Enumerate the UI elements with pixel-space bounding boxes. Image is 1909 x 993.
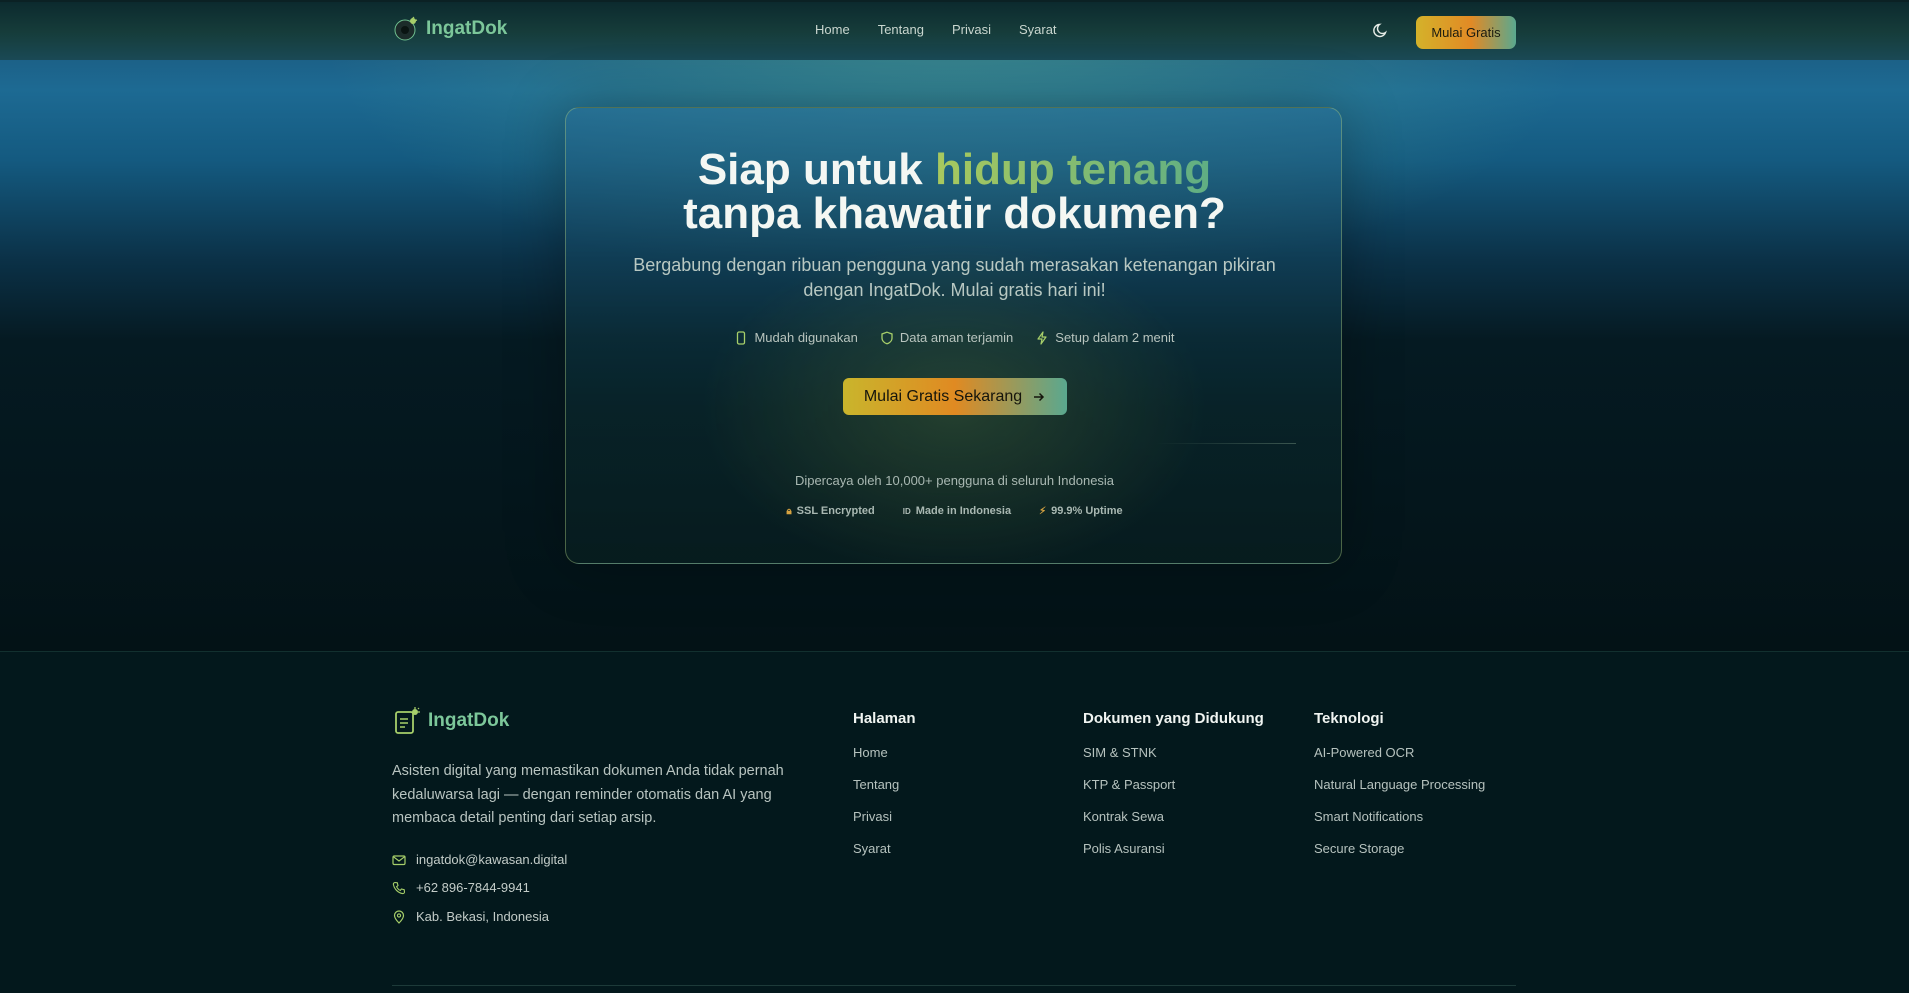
hero-subtitle: Bergabung dengan ribuan pengguna yang su… [633,255,1276,300]
divider [1156,443,1296,444]
footer: IngatDok Asisten digital yang memastikan… [0,651,1909,993]
zap-icon [1037,330,1047,345]
footer-description: Asisten digital yang memastikan dokumen … [392,763,784,826]
smartphone-icon [737,330,746,345]
footer-link-privasi[interactable]: Privasi [853,809,916,841]
brand-name: IngatDok [426,18,508,39]
navbar-inner: IngatDok Home Tentang Privasi Syarat Mul… [392,2,1516,62]
footer-divider [392,985,1516,986]
hero-title-part1: Siap untuk [697,145,923,194]
footer-link-notifications[interactable]: Smart Notifications [1314,809,1485,841]
feature-label: Setup dalam 2 menit [1055,330,1175,345]
hero-title-part2: tanpa khawatir dokumen? [683,189,1226,238]
navbar: IngatDok Home Tentang Privasi Syarat Mul… [0,0,1909,60]
feature-label: Data aman terjamin [899,330,1014,345]
footer-col-halaman: Halaman Home Tentang Privasi Syarat [853,710,916,873]
contact-location-text: Kab. Bekasi, Indonesia [416,909,549,924]
footer-link-kontrak-sewa[interactable]: Kontrak Sewa [1083,809,1264,841]
bolt-icon: ⚡︎ [1039,505,1047,517]
contact-phone-text: +62 896-7844-9941 [416,880,530,895]
feature-item: Mudah digunakan [734,330,858,345]
hero-title: Siap untuk hidup tenang tanpa khawatir d… [566,148,1343,236]
nav-links: Home Tentang Privasi Syarat [815,22,1085,37]
logo-mark-icon [394,16,418,41]
trust-badges: 🔒︎ SSL Encrypted ID Made in Indonesia ⚡︎… [566,505,1343,517]
feature-item: Data aman terjamin [880,330,1013,345]
footer-col-dokumen: Dokumen yang Didukung SIM & STNK KTP & P… [1083,710,1264,873]
footer-link-polis-asuransi[interactable]: Polis Asuransi [1083,841,1264,873]
shield-icon [881,331,893,344]
footer-col-title: Teknologi [1314,710,1384,727]
badge-item: 🔒︎ SSL Encrypted [786,505,874,517]
badge-label: SSL Encrypted [796,505,875,517]
footer-col-title: Dokumen yang Didukung [1083,710,1264,727]
badge-label: 99.9% Uptime [1051,505,1123,517]
badge-item: ID Made in Indonesia [903,505,1011,517]
footer-link-syarat[interactable]: Syarat [853,841,916,873]
footer-link-nlp[interactable]: Natural Language Processing [1314,777,1485,809]
footer-brand-name: IngatDok [428,710,510,731]
id-flag-icon: ID [902,506,911,516]
footer-link-home[interactable]: Home [853,745,916,777]
feature-item: Setup dalam 2 menit [1035,330,1175,345]
footer-logo[interactable]: IngatDok [392,706,509,736]
hero-card: Siap untuk hidup tenang tanpa khawatir d… [565,107,1342,564]
moon-icon[interactable] [1372,21,1390,39]
hero-cta-button[interactable]: Mulai Gratis Sekarang [843,378,1067,415]
footer-link-sim-stnk[interactable]: SIM & STNK [1083,745,1264,777]
badge-item: ⚡︎ 99.9% Uptime [1039,505,1123,517]
nav-link-home[interactable]: Home [815,22,850,37]
footer-col-teknologi: Teknologi AI-Powered OCR Natural Languag… [1314,710,1485,873]
trust-text: Dipercaya oleh 10,000+ pengguna di selur… [794,473,1115,488]
phone-icon [392,881,406,894]
feature-label: Mudah digunakan [754,330,858,345]
hero-cta-label: Mulai Gratis Sekarang [863,387,1023,405]
footer-link-ktp-passport[interactable]: KTP & Passport [1083,777,1264,809]
badge-label: Made in Indonesia [915,505,1012,517]
contact-email-text: ingatdok@kawasan.digital [416,852,568,867]
arrow-right-icon [1034,392,1045,401]
hero-title-accent: hidup tenang [934,145,1212,194]
contact-email[interactable]: ingatdok@kawasan.digital [392,852,567,867]
footer-link-ocr[interactable]: AI-Powered OCR [1314,745,1485,777]
hero-features: Mudah digunakan Data aman terjamin Setup… [566,330,1343,345]
footer-inner: IngatDok Asisten digital yang memastikan… [392,652,1516,993]
contact-location: Kab. Bekasi, Indonesia [392,909,549,924]
brand-logo[interactable]: IngatDok [392,15,507,43]
footer-link-tentang[interactable]: Tentang [853,777,916,809]
lock-icon: 🔒︎ [786,505,792,517]
nav-link-syarat[interactable]: Syarat [1019,22,1057,37]
nav-link-tentang[interactable]: Tentang [878,22,924,37]
footer-col-title: Halaman [853,710,916,727]
mail-icon [392,854,406,865]
nav-link-privasi[interactable]: Privasi [952,22,991,37]
nav-cta-button[interactable]: Mulai Gratis [1416,16,1516,49]
document-logo-icon [395,707,420,734]
map-pin-icon [393,909,405,924]
contact-phone[interactable]: +62 896-7844-9941 [392,880,530,895]
footer-link-storage[interactable]: Secure Storage [1314,841,1485,873]
